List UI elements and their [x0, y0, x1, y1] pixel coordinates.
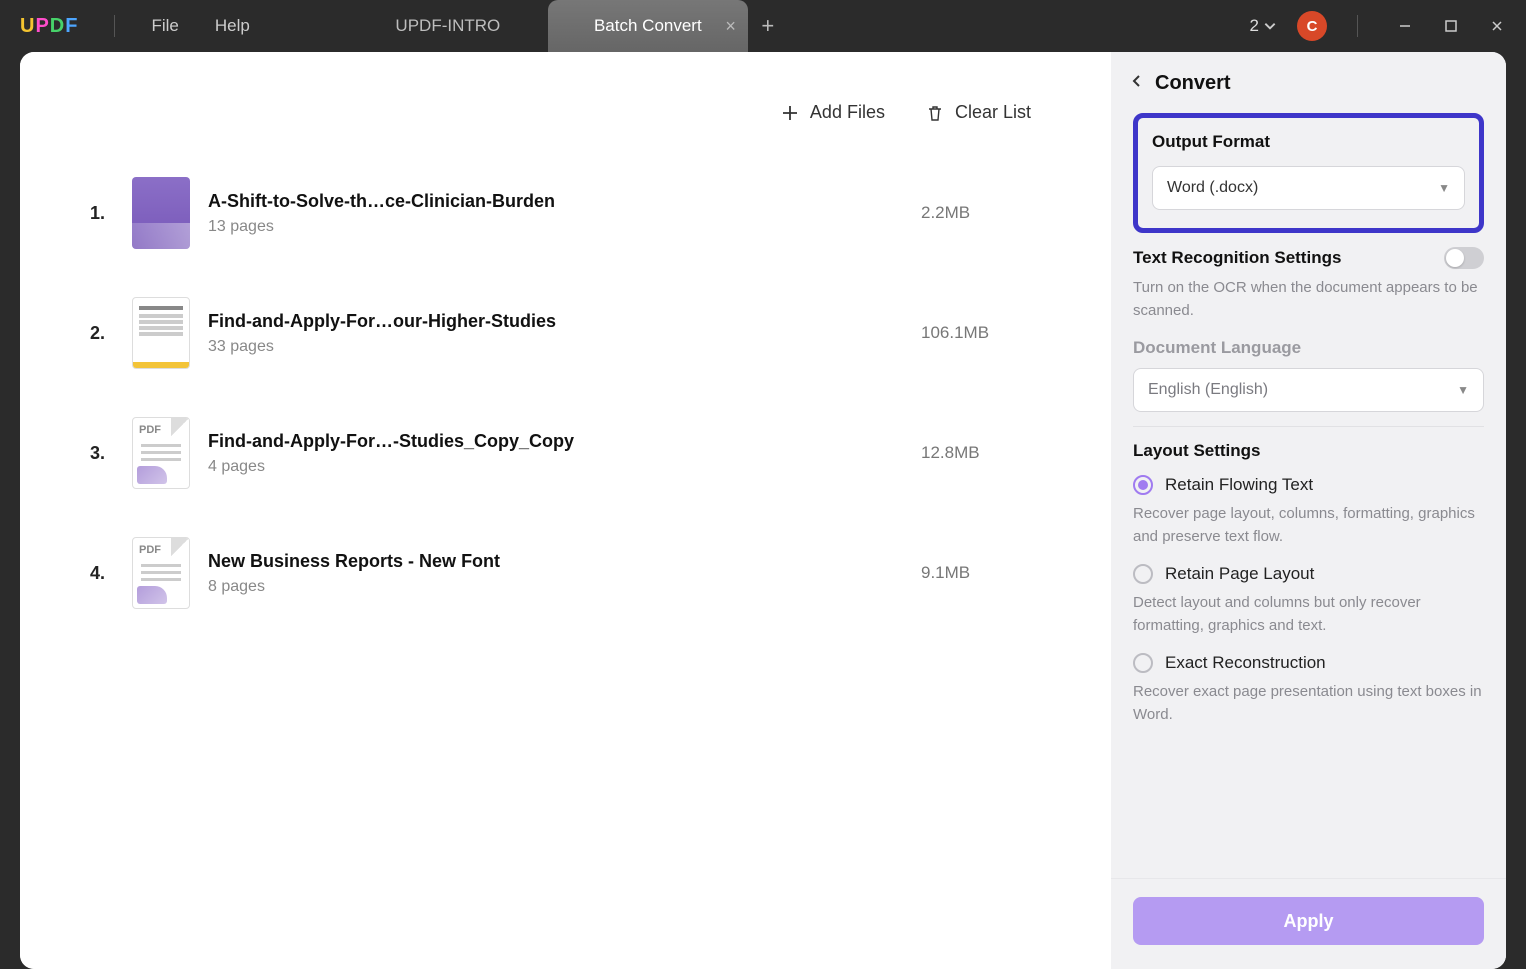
file-size: 106.1MB: [921, 323, 1041, 343]
output-format-section: Output Format Word (.docx) ▼: [1133, 113, 1484, 233]
file-name: Find-and-Apply-For…-Studies_Copy_Copy: [208, 431, 903, 452]
file-info: Find-and-Apply-For…-Studies_Copy_Copy 4 …: [208, 431, 903, 476]
output-format-label: Output Format: [1152, 132, 1465, 152]
layout-option-label: Retain Page Layout: [1165, 564, 1314, 584]
add-files-label: Add Files: [810, 102, 885, 123]
layout-option-hint: Recover exact page presentation using te…: [1133, 681, 1484, 726]
layout-option-flow[interactable]: Retain Flowing Text: [1133, 475, 1484, 495]
main: Add Files Clear List 1. A-Shift-to-Solve…: [20, 52, 1506, 969]
file-size: 2.2MB: [921, 203, 1041, 223]
file-index: 1.: [90, 203, 114, 224]
panel-title: Convert: [1155, 72, 1231, 95]
add-files-button[interactable]: Add Files: [780, 102, 885, 123]
file-pages: 33 pages: [208, 338, 903, 356]
tab-label: Batch Convert: [594, 16, 702, 36]
file-thumbnail: [132, 177, 190, 249]
caret-down-icon: ▼: [1438, 181, 1450, 195]
layout-option-label: Retain Flowing Text: [1165, 475, 1313, 495]
convert-panel: Convert Output Format Word (.docx) ▼ Tex…: [1111, 52, 1506, 969]
file-pages: 8 pages: [208, 578, 903, 596]
output-format-value: Word (.docx): [1167, 179, 1258, 197]
panel-footer: Apply: [1111, 878, 1506, 969]
layout-label: Layout Settings: [1133, 441, 1484, 461]
ocr-toggle[interactable]: [1444, 247, 1484, 269]
clear-list-button[interactable]: Clear List: [925, 102, 1031, 123]
file-thumbnail: PDF: [132, 537, 190, 609]
language-select[interactable]: English (English) ▼: [1133, 368, 1484, 412]
layout-option-hint: Detect layout and columns but only recov…: [1133, 592, 1484, 637]
caret-down-icon: ▼: [1457, 383, 1469, 397]
panel-header: Convert: [1111, 52, 1506, 113]
separator: [1357, 15, 1358, 37]
output-format-select[interactable]: Word (.docx) ▼: [1152, 166, 1465, 210]
file-info: Find-and-Apply-For…our-Higher-Studies 33…: [208, 311, 903, 356]
apply-button[interactable]: Apply: [1133, 897, 1484, 945]
language-value: English (English): [1148, 381, 1268, 399]
close-icon[interactable]: ×: [725, 16, 736, 37]
file-size: 9.1MB: [921, 563, 1041, 583]
window-minimize-button[interactable]: [1388, 11, 1422, 41]
new-tab-button[interactable]: +: [748, 0, 788, 52]
file-info: A-Shift-to-Solve-th…ce-Clinician-Burden …: [208, 191, 903, 236]
file-pages: 4 pages: [208, 458, 903, 476]
maximize-icon: [1444, 19, 1458, 33]
menu-file[interactable]: File: [133, 10, 196, 42]
file-index: 4.: [90, 563, 114, 584]
layout-option-page[interactable]: Retain Page Layout: [1133, 564, 1484, 584]
ocr-hint: Turn on the OCR when the document appear…: [1133, 277, 1484, 322]
file-size: 12.8MB: [921, 443, 1041, 463]
radio-icon: [1133, 564, 1153, 584]
open-docs-dropdown[interactable]: 2: [1242, 12, 1285, 40]
minimize-icon: [1398, 19, 1412, 33]
window-maximize-button[interactable]: [1434, 11, 1468, 41]
app-logo: UPDF: [20, 15, 78, 38]
file-name: Find-and-Apply-For…our-Higher-Studies: [208, 311, 903, 332]
tabs: UPDF-INTRO Batch Convert × +: [348, 0, 788, 52]
file-list-card: Add Files Clear List 1. A-Shift-to-Solve…: [80, 76, 1071, 643]
radio-icon: [1133, 653, 1153, 673]
file-name: New Business Reports - New Font: [208, 551, 903, 572]
separator: [114, 15, 115, 37]
tab-batch-convert[interactable]: Batch Convert ×: [548, 0, 748, 52]
content-area: Add Files Clear List 1. A-Shift-to-Solve…: [20, 52, 1111, 969]
file-pages: 13 pages: [208, 218, 903, 236]
file-name: A-Shift-to-Solve-th…ce-Clinician-Burden: [208, 191, 903, 212]
titlebar: UPDF File Help UPDF-INTRO Batch Convert …: [0, 0, 1526, 52]
layout-option-label: Exact Reconstruction: [1165, 653, 1326, 673]
chevron-left-icon: [1129, 73, 1145, 89]
language-label: Document Language: [1133, 338, 1484, 358]
layout-option-exact[interactable]: Exact Reconstruction: [1133, 653, 1484, 673]
avatar[interactable]: C: [1297, 11, 1327, 41]
ocr-label: Text Recognition Settings: [1133, 248, 1341, 268]
file-list: 1. A-Shift-to-Solve-th…ce-Clinician-Burd…: [80, 153, 1051, 633]
file-info: New Business Reports - New Font 8 pages: [208, 551, 903, 596]
file-row[interactable]: 1. A-Shift-to-Solve-th…ce-Clinician-Burd…: [80, 153, 1051, 273]
close-icon: [1490, 19, 1504, 33]
file-row[interactable]: 4. PDF New Business Reports - New Font 8…: [80, 513, 1051, 633]
radio-icon: [1133, 475, 1153, 495]
file-thumbnail: PDF: [132, 417, 190, 489]
file-index: 2.: [90, 323, 114, 344]
list-toolbar: Add Files Clear List: [80, 86, 1051, 153]
tab-label: UPDF-INTRO: [395, 16, 500, 36]
back-button[interactable]: [1129, 72, 1145, 95]
plus-icon: [780, 103, 800, 123]
file-row[interactable]: 2. Find-and-Apply-For…our-Higher-Studies…: [80, 273, 1051, 393]
clear-list-label: Clear List: [955, 102, 1031, 123]
layout-section: Layout Settings Retain Flowing Text Reco…: [1133, 426, 1484, 756]
ocr-section: Text Recognition Settings Turn on the OC…: [1133, 233, 1484, 426]
file-row[interactable]: 3. PDF Find-and-Apply-For…-Studies_Copy_…: [80, 393, 1051, 513]
tab-updf-intro[interactable]: UPDF-INTRO: [348, 0, 548, 52]
menu-help[interactable]: Help: [197, 10, 268, 42]
window-close-button[interactable]: [1480, 11, 1514, 41]
file-index: 3.: [90, 443, 114, 464]
layout-option-hint: Recover page layout, columns, formatting…: [1133, 503, 1484, 548]
trash-icon: [925, 103, 945, 123]
chevron-down-icon: [1263, 19, 1277, 33]
file-thumbnail: [132, 297, 190, 369]
